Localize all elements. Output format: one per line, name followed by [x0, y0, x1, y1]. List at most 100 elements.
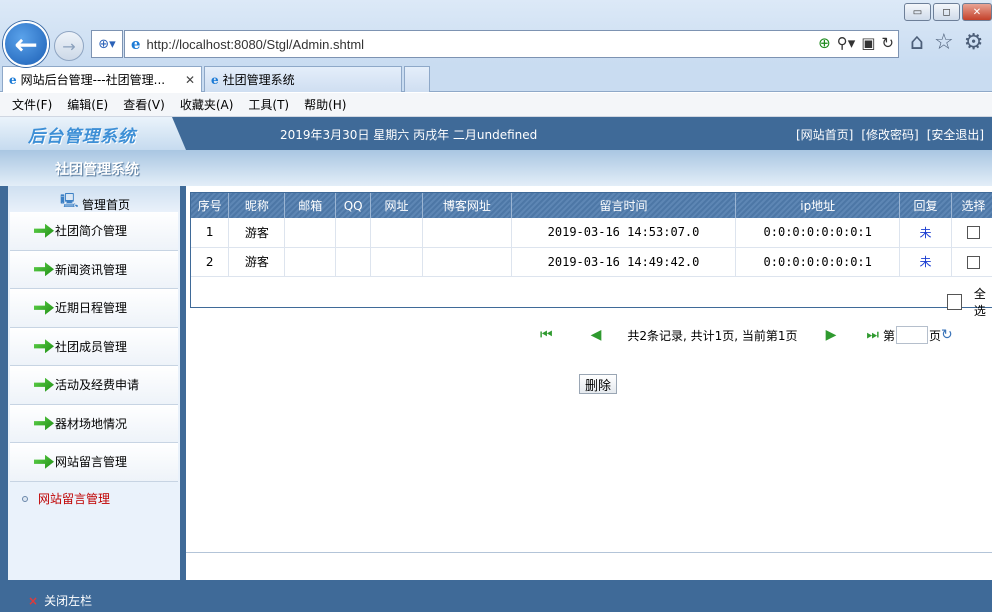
go-icon[interactable]: ↻	[941, 327, 953, 343]
green-arrow-icon	[34, 454, 54, 469]
pagination: ⏮ ◀ 共2条记录, 共计1页, 当前第1页 ▶ ⏭ 第 页 ↻	[540, 326, 953, 344]
sidebar-subitem-label: 网站留言管理	[38, 492, 111, 506]
quick-tabs-button[interactable]: ⊕▾	[91, 30, 123, 58]
computer-icon: 🖳	[60, 193, 79, 209]
cell-blog	[422, 247, 512, 277]
tab-close-icon[interactable]: ✕	[185, 73, 195, 87]
window-controls: ▭ ◻ ✕	[904, 3, 992, 21]
sidebar-item-activities[interactable]: 活动及经费申请	[10, 366, 178, 405]
cell-time: 2019-03-16 14:49:42.0	[511, 247, 737, 277]
add-icon[interactable]: ⊕	[818, 34, 831, 52]
search-icon[interactable]: ⚲▾	[837, 34, 856, 52]
column-header: 回复	[899, 193, 952, 218]
logout-link[interactable]: [安全退出]	[927, 126, 984, 143]
cell-qq	[335, 218, 372, 248]
back-button[interactable]: ←	[3, 21, 49, 67]
cell-ip: 0:0:0:0:0:0:0:1	[735, 247, 901, 277]
home-icon[interactable]: ⌂	[910, 30, 924, 55]
cell-no: 2	[191, 247, 230, 277]
forward-button[interactable]: →	[54, 31, 84, 61]
row-checkbox[interactable]	[967, 226, 980, 240]
sidebar-item-label: 新闻资讯管理	[55, 262, 128, 277]
select-all-checkbox[interactable]	[947, 294, 962, 310]
change-password-link[interactable]: [修改密码]	[861, 126, 918, 143]
cell-select	[951, 247, 992, 277]
tab-label: 网站后台管理---社团管理...	[20, 73, 166, 87]
green-arrow-icon	[34, 223, 54, 238]
new-tab-button[interactable]	[404, 66, 430, 92]
menu-view[interactable]: 查看(V)	[123, 96, 165, 113]
browser-toolbar: ▭ ◻ ✕ ← → ⊕▾ e http://localhost:8080/Stg…	[0, 0, 992, 67]
next-page-icon[interactable]: ▶	[826, 327, 837, 343]
table-row: 2 游客 2019-03-16 14:49:42.0 0:0:0:0:0:0:0…	[191, 247, 992, 277]
sidebar-home[interactable]: 🖳 管理首页	[8, 186, 180, 212]
last-page-icon[interactable]: ⏭	[866, 327, 879, 343]
sidebar-item-label: 器材场地情况	[55, 416, 128, 431]
cell-nick: 游客	[228, 218, 286, 248]
browser-tab-club[interactable]: e 社团管理系统	[204, 66, 402, 92]
column-header: ip地址	[735, 193, 901, 218]
green-arrow-icon	[34, 339, 54, 354]
menu-help[interactable]: 帮助(H)	[304, 96, 346, 113]
url-text[interactable]: http://localhost:8080/Stgl/Admin.shtml	[147, 37, 365, 52]
sidebar-item-messages[interactable]: 网站留言管理	[10, 443, 178, 482]
prev-page-icon[interactable]: ◀	[591, 327, 602, 343]
close-window-button[interactable]: ✕	[962, 3, 992, 21]
menu-tools[interactable]: 工具(T)	[248, 96, 289, 113]
table-header-row: 序号 昵称 邮箱 QQ 网址 博客网址 留言时间 ip地址 回复 选择	[191, 193, 992, 218]
browser-menu-bar: 文件(F) 编辑(E) 查看(V) 收藏夹(A) 工具(T) 帮助(H)	[0, 93, 992, 117]
sidebar-item-schedule[interactable]: 近期日程管理	[10, 289, 178, 328]
sidebar-item-label: 社团成员管理	[55, 339, 128, 354]
menu-favorites[interactable]: 收藏夹(A)	[180, 96, 234, 113]
current-date: 2019年3月30日 星期六 丙戌年 二月undefined	[280, 128, 538, 142]
close-icon: ×	[28, 593, 39, 608]
restore-button[interactable]: ◻	[933, 3, 960, 21]
minimize-button[interactable]: ▭	[904, 3, 931, 21]
favorites-star-icon[interactable]: ☆	[934, 30, 954, 55]
first-page-icon[interactable]: ⏮	[540, 327, 553, 343]
green-arrow-icon	[34, 300, 54, 315]
reply-link[interactable]: 未	[899, 218, 952, 248]
site-home-link[interactable]: [网站首页]	[796, 126, 853, 143]
row-checkbox[interactable]	[967, 255, 980, 269]
page-header: 后台管理系统 2019年3月30日 星期六 丙戌年 二月undefined [网…	[0, 117, 992, 150]
logo-area: 后台管理系统	[0, 117, 186, 150]
browser-tab-admin[interactable]: e 网站后台管理---社团管理... ✕	[2, 66, 202, 92]
cell-select	[951, 218, 992, 248]
green-arrow-icon	[34, 262, 54, 277]
browser-tab-strip: e 网站后台管理---社团管理... ✕ e 社团管理系统	[0, 64, 992, 92]
menu-edit[interactable]: 编辑(E)	[67, 96, 108, 113]
sub-header: 社团管理系统	[0, 150, 992, 186]
sidebar-item-members[interactable]: 社团成员管理	[10, 327, 178, 366]
sidebar-item-equipment[interactable]: 器材场地情况	[10, 404, 178, 443]
page-number-input[interactable]	[895, 326, 928, 344]
sidebar-item-news[interactable]: 新闻资讯管理	[10, 250, 178, 289]
sidebar-item-label: 社团简介管理	[55, 224, 128, 239]
green-arrow-icon	[34, 416, 54, 431]
address-bar[interactable]: e http://localhost:8080/Stgl/Admin.shtml…	[124, 30, 899, 58]
sidebar-item-club-intro[interactable]: 社团简介管理	[10, 212, 178, 251]
refresh-icon[interactable]: ↻	[881, 34, 894, 52]
page-suffix: 页	[928, 328, 941, 343]
sidebar-subitem-messages[interactable]: 网站留言管理	[22, 490, 110, 507]
plus-icon: ⊕▾	[98, 36, 116, 52]
cell-email	[284, 218, 337, 248]
cell-site	[370, 218, 423, 248]
main-content: 序号 昵称 邮箱 QQ 网址 博客网址 留言时间 ip地址 回复 选择 1 游客	[186, 186, 992, 580]
cell-site	[370, 247, 423, 277]
compat-view-icon[interactable]: ▣	[861, 34, 875, 52]
bottom-bar: × 关闭左栏	[0, 580, 992, 612]
column-header: 留言时间	[511, 193, 737, 218]
reply-link[interactable]: 未	[899, 247, 952, 277]
gear-icon[interactable]: ⚙	[964, 30, 984, 55]
bullet-icon	[22, 495, 28, 502]
delete-button[interactable]: 删除	[579, 374, 617, 394]
sidebar-menu: 社团简介管理 新闻资讯管理 近期日程管理 社团成员管理 活动及经费申请 器材场地…	[10, 212, 178, 482]
close-left-panel-button[interactable]: × 关闭左栏	[28, 592, 92, 609]
ie-logo-icon: e	[131, 35, 141, 53]
cell-no: 1	[191, 218, 230, 248]
sidebar-item-label: 网站留言管理	[55, 455, 128, 470]
menu-file[interactable]: 文件(F)	[12, 96, 52, 113]
select-all: 全选	[947, 285, 992, 319]
page-prefix: 第	[882, 328, 895, 343]
